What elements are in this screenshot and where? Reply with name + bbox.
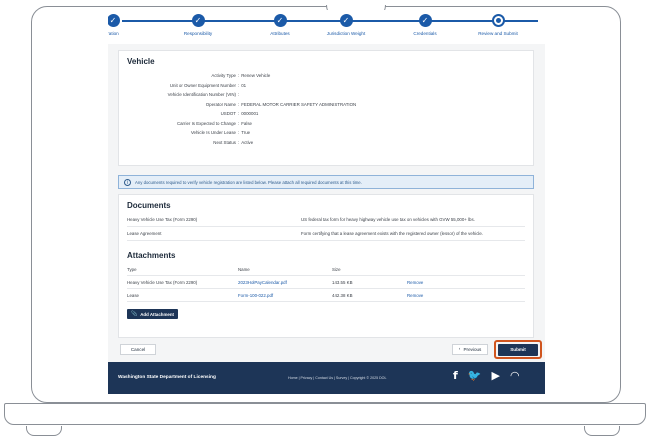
field-key: Activity Type: [211, 73, 236, 79]
attachment-file-link[interactable]: Form-100-022.pdf: [238, 293, 332, 298]
rss-icon[interactable]: ◠: [510, 369, 520, 382]
remove-attachment-link[interactable]: Remove: [407, 293, 423, 298]
field-key: USDOT: [220, 111, 236, 117]
laptop-foot-right: [584, 426, 620, 436]
field-key: Vehicle Identification Number (VIN): [167, 92, 236, 98]
form-actions: Cancel ‹ Previous Submit: [118, 340, 542, 359]
column-header-type: Type: [127, 266, 137, 272]
vehicle-field-row: Activity Type: Renew Vehicle: [127, 71, 525, 81]
document-description: US federal tax form for heavy highway ve…: [301, 217, 475, 222]
step-responsibility[interactable]: ✓ Responsibility: [163, 14, 233, 36]
step-label: Review and Submit: [478, 31, 518, 36]
step-registration[interactable]: ✓ ration: [108, 14, 148, 36]
vehicle-field-row: USDOT:0000001: [127, 109, 525, 119]
vehicle-title: Vehicle: [127, 57, 155, 66]
field-value: 01: [241, 82, 247, 88]
step-jurisdiction-weight[interactable]: ✓ Jurisdiction Weight: [311, 14, 381, 36]
attachment-type: Heavy Vehicle Use Tax (Form 2290): [127, 279, 198, 285]
laptop-foot-left: [26, 426, 62, 436]
add-attachment-button[interactable]: 📎 Add Attachment: [127, 309, 178, 319]
step-attributes[interactable]: ✓ Attributes: [245, 14, 315, 36]
progress-stepper: ✓ ration ✓ Responsibility ✓ Attributes ✓…: [108, 10, 545, 44]
current-step-icon: [491, 14, 505, 27]
add-attachment-label: Add Attachment: [140, 311, 174, 317]
step-label: Attributes: [270, 31, 290, 36]
vehicle-field-row: Vehicle Identification Number (VIN):: [127, 90, 525, 100]
check-icon: ✓: [418, 14, 432, 27]
info-message: Any documents required to verify vehicle…: [135, 179, 362, 185]
document-row: Heavy Vehicle Use Tax (Form 2290) US fed…: [127, 213, 525, 227]
column-header-size: Size: [332, 266, 341, 272]
field-key: Unit or Owner Equipment Number: [169, 82, 236, 88]
attachments-title: Attachments: [127, 251, 176, 260]
info-alert: i Any documents required to verify vehic…: [118, 175, 534, 189]
vehicle-field-row: Unit or Owner Equipment Number:01: [127, 81, 525, 91]
step-credentials[interactable]: ✓ Credentials: [390, 14, 460, 36]
site-footer: Washington State Department of Licensing…: [108, 362, 545, 394]
step-label: Responsibility: [183, 31, 213, 36]
field-value: FEDERAL MOTOR CARRIER SAFETY ADMINISTRAT…: [241, 101, 357, 107]
submit-button[interactable]: Submit: [498, 343, 538, 356]
check-icon: ✓: [339, 14, 353, 27]
field-value: True: [241, 130, 251, 136]
documents-card: Documents Heavy Vehicle Use Tax (Form 22…: [118, 194, 534, 338]
field-value: False: [241, 120, 252, 126]
attachment-size: 143.55 KB: [332, 279, 353, 285]
field-key: Vehicle Is Under Lease: [190, 130, 236, 136]
field-key: Carrier Is Expected to Change: [176, 120, 236, 126]
social-links: f 🐦 ▶ ◠: [453, 369, 520, 382]
info-icon: i: [124, 178, 131, 186]
document-description: Form certifying that a lease agreement e…: [301, 231, 484, 236]
check-icon: ✓: [273, 14, 287, 27]
twitter-icon[interactable]: 🐦: [468, 369, 482, 382]
attachment-file-link[interactable]: 2023HolPayCalendar.pdf: [238, 280, 332, 285]
attachment-row: Lease Form-100-022.pdf 442.38 KB Remove: [127, 289, 525, 302]
document-name: Heavy Vehicle Use Tax (Form 2290): [127, 217, 198, 222]
youtube-icon[interactable]: ▶: [492, 369, 500, 382]
step-review-and-submit[interactable]: Review and Submit: [463, 14, 533, 36]
facebook-icon[interactable]: f: [453, 369, 458, 382]
cancel-button[interactable]: Cancel: [120, 344, 156, 355]
footer-links[interactable]: Home | Privacy | Contact Us | Survey | C…: [288, 376, 386, 380]
step-label: ration: [108, 31, 119, 36]
remove-attachment-link[interactable]: Remove: [407, 280, 423, 285]
document-name: Lease Agreement: [127, 231, 162, 236]
step-label: Jurisdiction Weight: [326, 31, 366, 36]
screen: ✓ ration ✓ Responsibility ✓ Attributes ✓…: [108, 10, 545, 394]
column-header-name: Name: [238, 266, 250, 272]
attachments-header: Type Name Size: [127, 263, 525, 276]
vehicle-field-row: Carrier Is Expected to Change: False: [127, 119, 525, 129]
attachment-row: Heavy Vehicle Use Tax (Form 2290) 2023Ho…: [127, 276, 525, 289]
paperclip-icon: 📎: [131, 311, 138, 317]
check-icon: ✓: [191, 14, 205, 27]
field-value: Renew Vehicle: [241, 73, 271, 79]
vehicle-field-row: Next Status: Active: [127, 138, 525, 148]
previous-label: Previous: [463, 347, 482, 352]
laptop-base: [4, 403, 646, 425]
footer-org-name: Washington State Department of Licensing: [118, 375, 216, 380]
field-value: 0000001: [241, 111, 259, 117]
field-key: Next Status: [213, 139, 236, 145]
field-value: Active: [241, 139, 254, 145]
vehicle-field-row: Operator Name: FEDERAL MOTOR CARRIER SAFE…: [127, 100, 525, 110]
vehicle-field-row: Vehicle Is Under Lease: True: [127, 128, 525, 138]
attachment-type: Lease: [127, 292, 139, 298]
field-key: Operator Name: [205, 101, 236, 107]
attachment-size: 442.38 KB: [332, 292, 353, 298]
step-label: Credentials: [413, 31, 437, 36]
chevron-left-icon: ‹: [458, 347, 461, 352]
vehicle-card: Vehicle Activity Type: Renew Vehicle Unit…: [118, 50, 534, 166]
document-row: Lease Agreement Form certifying that a l…: [127, 227, 525, 241]
submit-highlight: Submit: [494, 340, 542, 359]
check-icon: ✓: [108, 14, 120, 27]
previous-button[interactable]: ‹ Previous: [452, 344, 488, 355]
documents-title: Documents: [127, 201, 171, 210]
